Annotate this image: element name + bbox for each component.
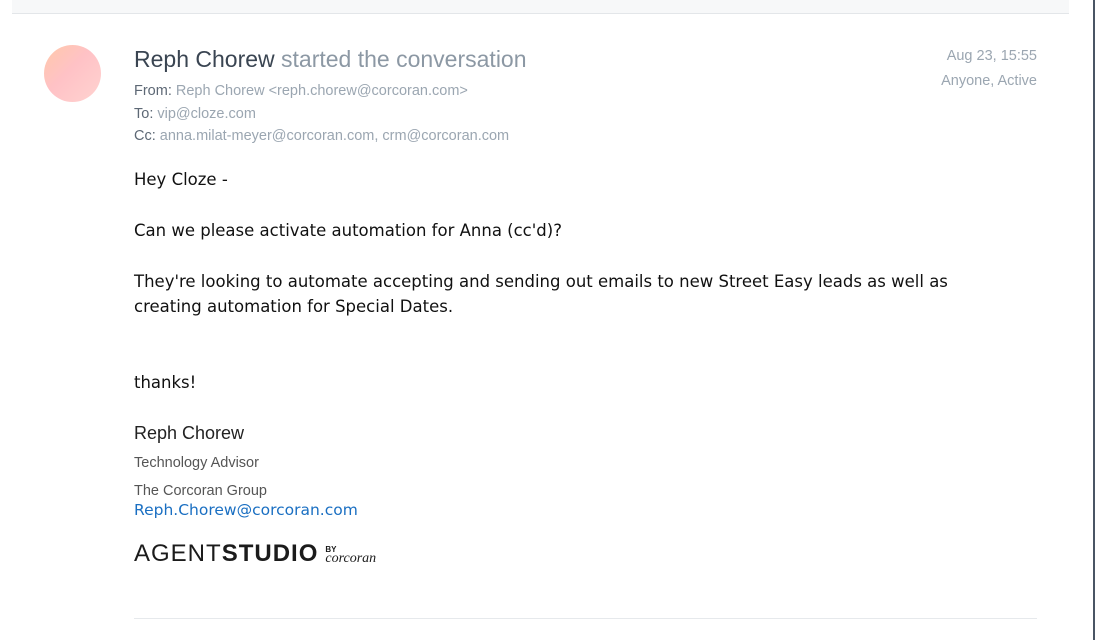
conversation-action: started the conversation [281,46,527,72]
email-message-view: Reph Chorew started the conversation Aug… [0,0,1095,640]
signature-company: The Corcoran Group [134,483,267,499]
logo-by-corcoran: BY corcoran [325,545,377,566]
body-greeting: Hey Cloze - [134,170,228,189]
logo-brand-text: corcoran [325,551,377,566]
to-label: To: [134,106,154,122]
body-paragraph: They're looking to automate accepting an… [134,272,948,316]
previous-item-strip [12,0,1069,14]
agent-studio-logo: AGENT STUDIO BY corcoran [134,539,376,569]
from-label: From: [134,83,172,99]
message-divider [134,618,1037,619]
body-closing: thanks! [134,373,197,392]
message-date: Aug 23, 15:55 [946,48,1037,64]
cc-value[interactable]: anna.milat-meyer@corcoran.com, crm@corco… [160,128,509,144]
sender-avatar[interactable] [44,45,101,102]
message-header: Reph Chorew started the conversation [134,44,527,74]
to-line: To: vip@cloze.com [134,105,256,123]
logo-agent-text: AGENT [134,540,222,567]
visibility-status[interactable]: Anyone, Active [941,73,1037,89]
signature-email-link[interactable]: Reph.Chorew@corcoran.com [134,501,358,519]
from-line: From: Reph Chorew <reph.chorew@corcoran.… [134,82,468,100]
signature-title: Technology Advisor [134,455,259,471]
sender-name[interactable]: Reph Chorew [134,46,275,72]
cc-line: Cc: anna.milat-meyer@corcoran.com, crm@c… [134,127,509,145]
cc-label: Cc: [134,128,156,144]
signature-name: Reph Chorew [134,423,245,443]
body-paragraph: Can we please activate automation for An… [134,221,562,240]
logo-studio-text: STUDIO [221,540,319,567]
to-value[interactable]: vip@cloze.com [157,106,256,122]
from-value[interactable]: Reph Chorew <reph.chorew@corcoran.com> [176,83,468,99]
